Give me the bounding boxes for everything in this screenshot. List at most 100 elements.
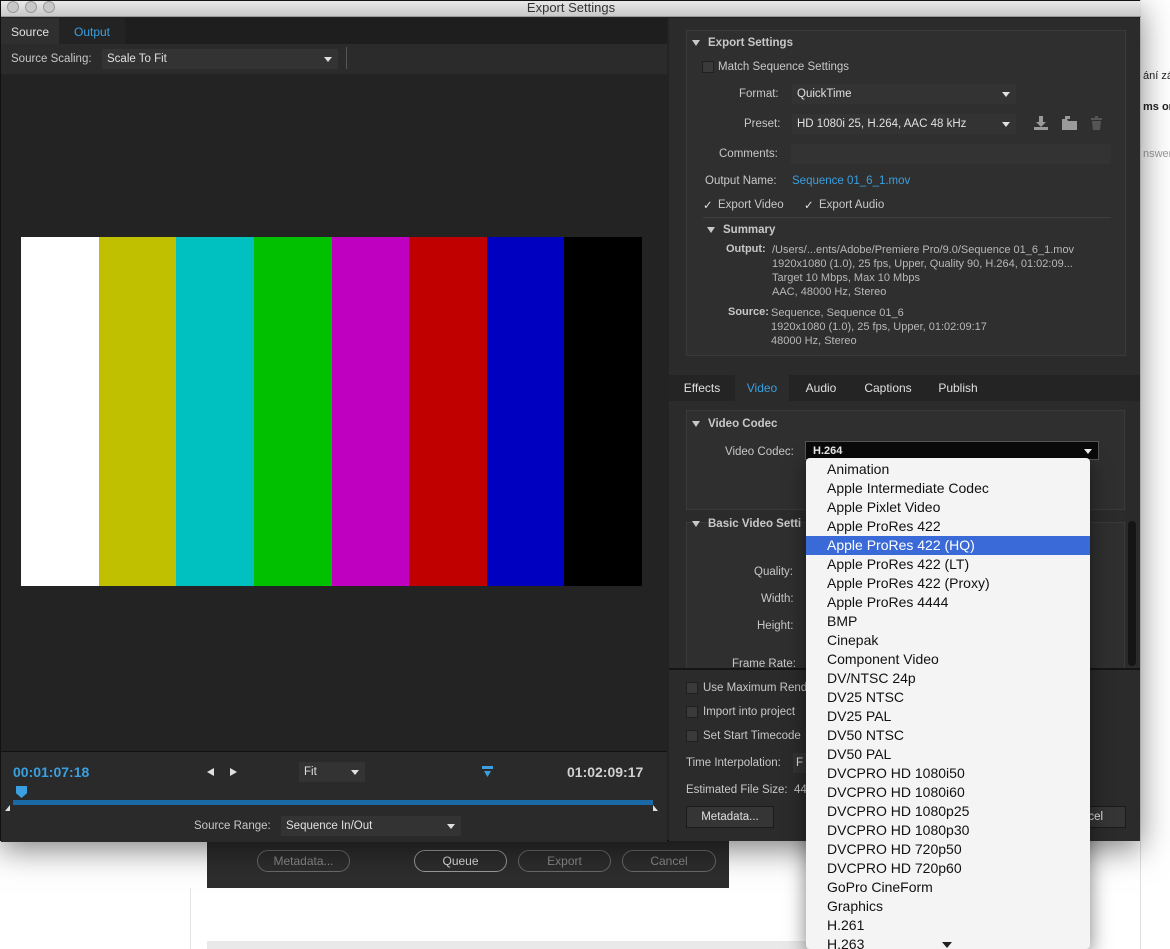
- time-interpolation-dropdown[interactable]: F: [793, 753, 807, 773]
- codec-menu-item[interactable]: Apple ProRes 422: [806, 517, 1090, 536]
- window-title: Export Settings: [526, 0, 616, 15]
- codec-menu-item[interactable]: DVCPRO HD 720p60: [806, 859, 1090, 878]
- codec-menu-item[interactable]: Graphics: [806, 897, 1090, 916]
- background-cancel-button: Cancel: [622, 850, 716, 872]
- export-settings-title: Export Settings: [708, 37, 793, 49]
- quality-label: Quality:: [754, 566, 793, 578]
- color-bar: [564, 237, 642, 586]
- codec-menu-item[interactable]: DV25 NTSC: [806, 688, 1090, 707]
- video-codec-label: Video Codec:: [725, 446, 794, 458]
- background-export-bar: Metadata... Queue Export Cancel: [207, 841, 729, 888]
- out-point-marker[interactable]: [653, 805, 658, 811]
- background-snippet: ání zá: [1143, 70, 1170, 82]
- chevron-down-icon: [324, 57, 332, 62]
- preset-dropdown[interactable]: HD 1080i 25, H.264, AAC 48 kHz: [792, 114, 1016, 134]
- tab-video[interactable]: Video: [735, 375, 789, 401]
- codec-menu-item[interactable]: Apple ProRes 4444: [806, 593, 1090, 612]
- import-preset-icon[interactable]: [1061, 116, 1078, 131]
- match-sequence-checkbox[interactable]: [702, 61, 714, 73]
- chevron-down-icon: [447, 824, 455, 829]
- codec-menu-item[interactable]: Component Video: [806, 650, 1090, 669]
- start-timecode-label: Set Start Timecode: [703, 730, 801, 742]
- preset-value: HD 1080i 25, H.264, AAC 48 kHz: [797, 118, 967, 130]
- output-name-link[interactable]: Sequence 01_6_1.mov: [792, 175, 910, 187]
- codec-menu-item[interactable]: DVCPRO HD 1080p25: [806, 802, 1090, 821]
- delete-preset-icon[interactable]: [1090, 116, 1103, 131]
- background-metadata-button: Metadata...: [257, 850, 350, 872]
- zoom-dropdown[interactable]: Fit: [299, 762, 365, 782]
- source-scaling-label: Source Scaling:: [11, 53, 92, 65]
- video-preview: [1, 74, 667, 751]
- scroll-down-arrow-icon[interactable]: [942, 942, 952, 948]
- video-codec-value: H.264: [813, 445, 843, 457]
- codec-menu-item[interactable]: DVCPRO HD 720p50: [806, 840, 1090, 859]
- mark-in-icon[interactable]: [207, 768, 214, 776]
- background-strip: [207, 941, 807, 949]
- color-bar: [253, 237, 332, 586]
- separator: [703, 217, 1111, 218]
- codec-menu-item[interactable]: DVCPRO HD 1080p30: [806, 821, 1090, 840]
- format-dropdown[interactable]: QuickTime: [792, 84, 1016, 104]
- comments-input[interactable]: [791, 144, 1111, 164]
- format-label: Format:: [739, 88, 779, 100]
- codec-menu-item[interactable]: DV25 PAL: [806, 707, 1090, 726]
- basic-video-header[interactable]: Basic Video Setti: [692, 518, 801, 530]
- width-label: Width:: [761, 593, 794, 605]
- source-range-dropdown[interactable]: Sequence In/Out: [281, 816, 461, 836]
- disclosure-triangle-icon: [692, 420, 700, 427]
- summary-header[interactable]: Summary: [707, 224, 775, 236]
- codec-menu-item[interactable]: DV/NTSC 24p: [806, 669, 1090, 688]
- codec-menu-item[interactable]: GoPro CineForm: [806, 878, 1090, 897]
- codec-menu-item[interactable]: DVCPRO HD 1080i50: [806, 764, 1090, 783]
- timeline-track[interactable]: [13, 800, 653, 805]
- summary-line: AAC, 48000 Hz, Stereo: [772, 286, 887, 298]
- scrollbar-thumb[interactable]: [1128, 521, 1136, 666]
- tab-publish[interactable]: Publish: [925, 375, 991, 401]
- settings-scrollbar[interactable]: [1126, 401, 1138, 666]
- height-label: Height:: [757, 620, 794, 632]
- in-point-marker[interactable]: [5, 805, 10, 811]
- export-audio-label: Export Audio: [819, 199, 885, 211]
- codec-menu-item[interactable]: Apple ProRes 422 (Proxy): [806, 574, 1090, 593]
- tab-effects[interactable]: Effects: [675, 375, 729, 401]
- background-app-edge: ání zá ms on nswer: [1140, 0, 1170, 949]
- codec-menu-item[interactable]: Apple ProRes 422 (HQ): [806, 536, 1090, 555]
- mark-out-icon[interactable]: [230, 768, 237, 776]
- source-scaling-dropdown[interactable]: Scale To Fit: [102, 49, 338, 69]
- tab-source[interactable]: Source: [1, 18, 59, 44]
- summary-line: /Users/...ents/Adobe/Premiere Pro/9.0/Se…: [772, 244, 1075, 256]
- preset-label: Preset:: [744, 118, 781, 130]
- color-bar: [486, 237, 565, 586]
- playhead[interactable]: [16, 786, 27, 798]
- codec-menu-item[interactable]: Cinepak: [806, 631, 1090, 650]
- tab-audio[interactable]: Audio: [791, 375, 851, 401]
- video-codec-menu: Animation Apple Intermediate Codec Apple P…: [806, 458, 1090, 949]
- current-timecode[interactable]: 00:01:07:18: [13, 764, 89, 780]
- tab-output[interactable]: Output: [59, 18, 125, 44]
- export-video-checkbox[interactable]: ✓: [703, 198, 713, 212]
- video-codec-title: Video Codec: [708, 418, 778, 430]
- use-max-render-checkbox[interactable]: [686, 682, 698, 694]
- set-in-out-icon[interactable]: [481, 765, 494, 778]
- use-max-render-label: Use Maximum Rend: [703, 682, 808, 694]
- disclosure-triangle-icon: [707, 226, 715, 233]
- metadata-button[interactable]: Metadata...: [686, 806, 774, 828]
- import-project-checkbox[interactable]: [686, 706, 698, 718]
- export-settings-header[interactable]: Export Settings: [692, 37, 793, 49]
- save-preset-icon[interactable]: [1033, 116, 1049, 131]
- export-audio-checkbox[interactable]: ✓: [804, 198, 814, 212]
- codec-menu-item[interactable]: Apple ProRes 422 (LT): [806, 555, 1090, 574]
- start-timecode-checkbox[interactable]: [686, 730, 698, 742]
- codec-menu-item[interactable]: Animation: [806, 460, 1090, 479]
- video-codec-header[interactable]: Video Codec: [692, 418, 777, 430]
- chevron-down-icon: [351, 770, 359, 775]
- codec-menu-item[interactable]: DV50 PAL: [806, 745, 1090, 764]
- codec-menu-item[interactable]: Apple Intermediate Codec: [806, 479, 1090, 498]
- codec-menu-item[interactable]: Apple Pixlet Video: [806, 498, 1090, 517]
- summary-output-text: /Users/...ents/Adobe/Premiere Pro/9.0/Se…: [772, 243, 1074, 299]
- codec-menu-item[interactable]: DVCPRO HD 1080i60: [806, 783, 1090, 802]
- tab-captions[interactable]: Captions: [853, 375, 923, 401]
- codec-menu-item[interactable]: H.261: [806, 916, 1090, 935]
- codec-menu-item[interactable]: BMP: [806, 612, 1090, 631]
- codec-menu-item[interactable]: DV50 NTSC: [806, 726, 1090, 745]
